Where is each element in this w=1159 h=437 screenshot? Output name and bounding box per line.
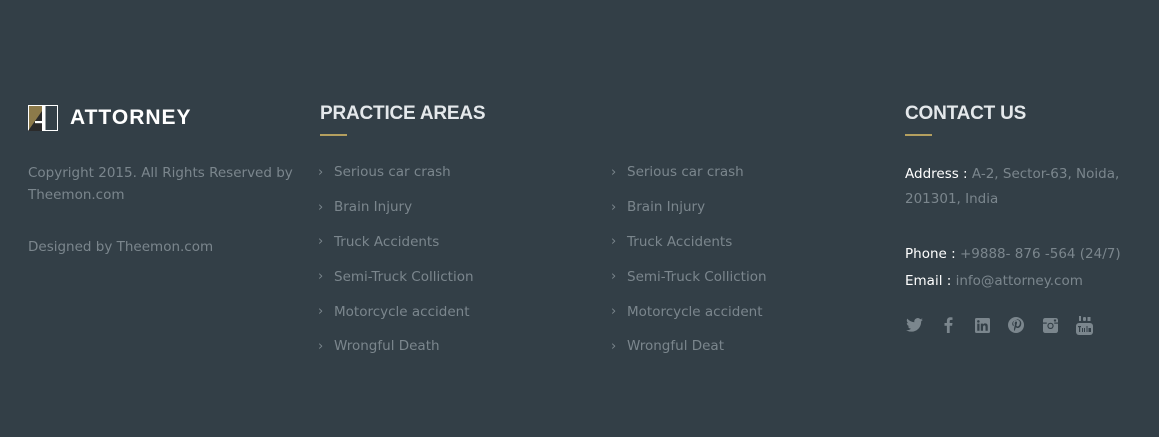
practice-list-left: › Serious car crash › Brain Injury › Truck Ac… [318,155,474,364]
practice-item-label: Truck Accidents [627,233,733,250]
practice-item-right[interactable]: › Wrongful Deat [611,329,767,364]
chevron-right-icon: › [611,304,617,320]
pinterest-icon[interactable] [1007,316,1025,334]
practice-item-label: Semi-Truck Colliction [627,268,767,285]
contact-us-underline [905,134,932,136]
practice-item-label: Motorcycle accident [334,303,470,320]
practice-areas-heading: PRACTICE AREAS [320,103,486,124]
logo-icon [28,105,58,131]
phone-line: Phone : +9888- 876 -564 (24/7) [905,242,1135,267]
practice-item-right[interactable]: › Serious car crash [611,155,767,190]
practice-item-right[interactable]: › Brain Injury [611,190,767,225]
copyright-text: Copyright 2015. All Rights Reserved by T… [28,165,293,203]
email-line: Email : info@attorney.com [905,269,1135,294]
chevron-right-icon: › [318,199,324,215]
practice-item-label: Serious car crash [627,164,744,181]
phone-value[interactable]: +9888- 876 -564 (24/7) [960,246,1121,262]
practice-item-right[interactable]: › Truck Accidents [611,225,767,260]
practice-item-label: Motorcycle accident [627,303,763,320]
address-label: Address : [905,166,968,182]
practice-item-left[interactable]: › Brain Injury [318,190,474,225]
brand-name: ATTORNEY [70,106,192,129]
chevron-right-icon: › [318,164,324,180]
chevron-right-icon: › [611,234,617,250]
practice-item-left[interactable]: › Truck Accidents [318,225,474,260]
practice-item-label: Serious car crash [334,164,451,181]
linkedin-icon[interactable] [973,316,991,334]
chevron-right-icon: › [611,164,617,180]
address-line: Address : A-2, Sector-63, Noida, 201301,… [905,162,1135,212]
instagram-icon[interactable] [1041,316,1059,334]
chevron-right-icon: › [318,304,324,320]
chevron-right-icon: › [318,269,324,285]
practice-item-left[interactable]: › Wrongful Death [318,329,474,364]
chevron-right-icon: › [611,338,617,354]
contact-details: Address : A-2, Sector-63, Noida, 201301,… [905,162,1135,294]
practice-item-left[interactable]: › Motorcycle accident [318,294,474,329]
practice-item-label: Wrongful Death [334,338,440,355]
logo[interactable]: ATTORNEY [28,104,298,132]
chevron-right-icon: › [611,269,617,285]
youtube-icon[interactable] [1075,315,1093,335]
chevron-right-icon: › [611,199,617,215]
email-value[interactable]: info@attorney.com [956,273,1083,289]
practice-list-right: › Serious car crash › Brain Injury › Truck Ac… [611,155,767,364]
site-footer: ATTORNEY Copyright 2015. All Rights Rese… [0,0,1159,437]
phone-label: Phone : [905,246,956,262]
practice-item-right[interactable]: › Motorcycle accident [611,294,767,329]
social-links [905,315,1109,335]
contact-us-heading: CONTACT US [905,103,1027,124]
practice-item-label: Wrongful Deat [627,338,724,355]
brand-column: ATTORNEY Copyright 2015. All Rights Rese… [28,104,298,258]
practice-item-right[interactable]: › Semi-Truck Colliction [611,259,767,294]
chevron-right-icon: › [318,234,324,250]
practice-item-label: Brain Injury [627,199,706,216]
practice-item-label: Truck Accidents [334,233,440,250]
chevron-right-icon: › [318,338,324,354]
twitter-icon[interactable] [905,316,923,334]
practice-areas-underline [320,134,347,136]
email-label: Email : [905,273,952,289]
practice-item-left[interactable]: › Serious car crash [318,155,474,190]
practice-item-left[interactable]: › Semi-Truck Colliction [318,259,474,294]
practice-item-label: Brain Injury [334,199,413,216]
practice-item-label: Semi-Truck Colliction [334,268,474,285]
designed-by-text: Designed by Theemon.com [28,239,214,255]
facebook-icon[interactable] [939,316,957,334]
